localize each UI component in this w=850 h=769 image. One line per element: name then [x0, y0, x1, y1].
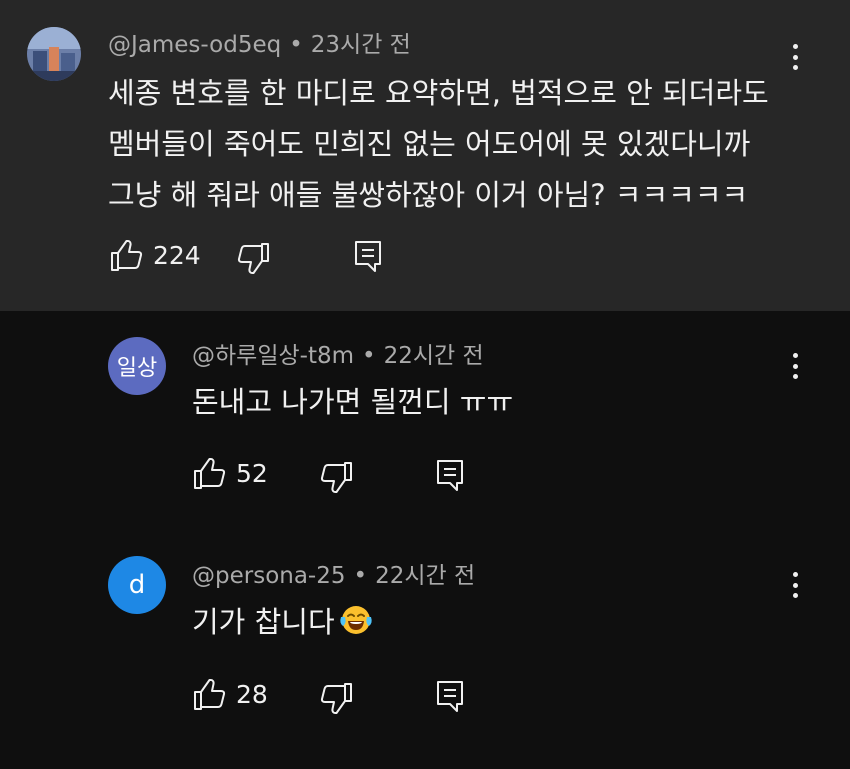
avatar[interactable]: 일상	[108, 337, 166, 395]
like-count: 224	[153, 241, 201, 270]
thumbs-up-icon	[111, 240, 143, 271]
avatar-image	[27, 27, 81, 81]
meta-separator: •	[289, 32, 303, 58]
reply-button[interactable]	[435, 680, 465, 714]
comment-timestamp[interactable]: 22시간 전	[375, 563, 475, 589]
comment-text-line: 그냥 해 줘라 애들 불쌍하잖아 이거 아님? ㅋㅋㅋㅋㅋ	[108, 178, 749, 212]
thumbs-up-icon	[194, 458, 226, 489]
kebab-menu-icon[interactable]	[785, 568, 805, 602]
thumbs-down-icon	[237, 243, 269, 274]
avatar-initials: 일상	[116, 356, 158, 381]
kebab-menu-icon[interactable]	[785, 40, 805, 74]
comment-thread-main: @James-od5eq • 23시간 전 세종 변호를 한 마디로 요약하면, 법…	[0, 0, 850, 311]
comment-text: 돈내고 나가면 될껀디 ㅠㅠ	[192, 377, 513, 428]
meta-separator: •	[353, 563, 368, 589]
comment-meta: @하루일상-t8m • 22시간 전	[192, 341, 484, 371]
comment-timestamp[interactable]: 23시간 전	[311, 32, 411, 58]
reply-icon	[355, 241, 381, 272]
comments-panel: @James-od5eq • 23시간 전 세종 변호를 한 마디로 요약하면, 법…	[0, 0, 850, 769]
dislike-button[interactable]	[320, 681, 354, 715]
reply-thread-item: d @persona-25 • 22시간 전 기가 찹니다 28	[0, 538, 850, 769]
comment-text-line: 기가 찹니다	[192, 597, 373, 648]
reply-thread-item: 일상 @하루일상-t8m • 22시간 전 돈내고 나가면 될껀디 ㅠㅠ 52	[0, 311, 850, 538]
comment-meta: @persona-25 • 22시간 전	[192, 561, 475, 591]
reply-icon	[437, 681, 463, 712]
avatar-initials: d	[128, 570, 146, 600]
like-count: 28	[236, 680, 268, 709]
comment-text-body: 기가 찹니다	[192, 605, 335, 639]
reply-icon	[437, 460, 463, 491]
like-count: 52	[236, 459, 268, 488]
author-handle[interactable]: @persona-25	[192, 563, 346, 589]
like-button[interactable]: 28	[192, 678, 268, 712]
thumbs-up-icon	[194, 679, 226, 710]
meta-separator: •	[362, 343, 376, 369]
dislike-button[interactable]	[237, 241, 271, 275]
comment-text: 세종 변호를 한 마디로 요약하면, 법적으로 안 되더라도 멤버들이 죽어도 …	[108, 68, 769, 221]
reply-button[interactable]	[435, 459, 465, 493]
comment-text-line: 돈내고 나가면 될껀디 ㅠㅠ	[192, 385, 514, 419]
author-handle[interactable]: @James-od5eq	[108, 32, 281, 58]
reply-button[interactable]	[353, 240, 383, 274]
face-with-tears-of-joy-icon	[339, 606, 372, 634]
author-handle[interactable]: @하루일상-t8m	[192, 343, 354, 369]
dislike-button[interactable]	[320, 460, 354, 494]
like-button[interactable]: 52	[192, 457, 268, 491]
comment-timestamp[interactable]: 22시간 전	[384, 343, 484, 369]
thumbs-down-icon	[320, 462, 352, 493]
comment-text-line: 멤버들이 죽어도 민희진 없는 어도어에 못 있겠다니까	[108, 127, 751, 161]
like-button[interactable]: 224	[109, 239, 201, 273]
comment-meta: @James-od5eq • 23시간 전	[108, 30, 411, 60]
thumbs-down-icon	[320, 683, 352, 714]
comment-text: 기가 찹니다	[192, 597, 373, 648]
comment-text-line: 세종 변호를 한 마디로 요약하면, 법적으로 안 되더라도	[108, 76, 769, 110]
avatar[interactable]: d	[108, 556, 166, 614]
avatar[interactable]	[27, 27, 81, 81]
kebab-menu-icon[interactable]	[785, 349, 805, 383]
